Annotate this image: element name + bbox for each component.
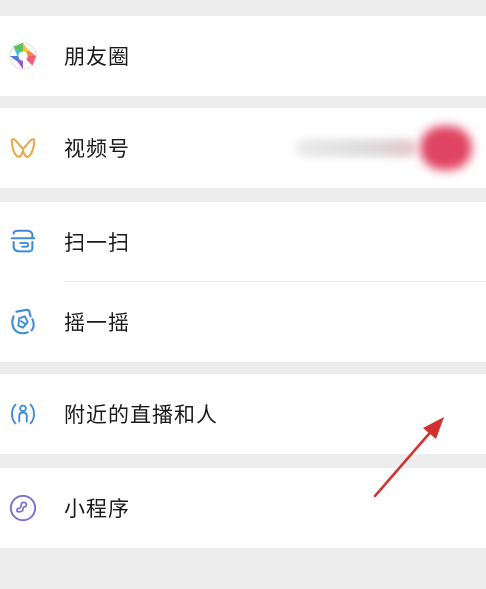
nearby-label: 附近的直播和人 (64, 403, 218, 427)
menu-item-nearby[interactable]: 附近的直播和人 (0, 374, 486, 454)
discover-page: 朋友圈 视频号 扫一扫 摇一摇 附近的直播和人 小程序 (0, 0, 486, 589)
nearby-group: 附近的直播和人 (0, 374, 486, 454)
nearby-person-icon (11, 403, 35, 425)
scan-shake-group: 扫一扫 摇一摇 (0, 202, 486, 362)
channels-group: 视频号 (0, 108, 486, 188)
mini-programs-group: 小程序 (0, 468, 486, 548)
mini-program-icon (9, 494, 37, 522)
channels-label: 视频号 (64, 137, 130, 161)
shake-label: 摇一摇 (64, 311, 130, 335)
menu-item-moments[interactable]: 朋友圈 (0, 16, 486, 96)
moments-label: 朋友圈 (64, 45, 130, 69)
scan-label: 扫一扫 (64, 231, 130, 255)
moments-group: 朋友圈 (0, 16, 486, 96)
channels-butterfly-icon (10, 138, 36, 158)
menu-item-scan[interactable]: 扫一扫 (0, 202, 486, 282)
scan-icon (10, 229, 36, 253)
channels-blurred-avatar (420, 126, 472, 170)
menu-item-shake[interactable]: 摇一摇 (0, 282, 486, 362)
menu-item-mini-programs[interactable]: 小程序 (0, 468, 486, 548)
menu-item-channels[interactable]: 视频号 (0, 108, 486, 188)
moments-aperture-icon (9, 42, 37, 70)
channels-blurred-preview (296, 139, 416, 157)
shake-icon (11, 308, 35, 335)
mini-programs-label: 小程序 (64, 497, 130, 521)
